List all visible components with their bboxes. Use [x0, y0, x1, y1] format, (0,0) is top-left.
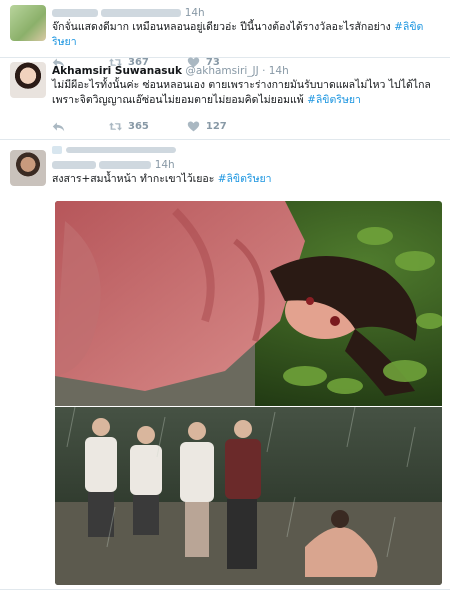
tweet-text-line-1: ไม่มีผีอะไรทั้งนั้นค่ะ ซ่อนหลอนเอง ตายเพ… — [52, 79, 431, 91]
avatar[interactable] — [10, 5, 46, 41]
tweet-photo-2[interactable] — [55, 407, 442, 585]
photo-injured-woman — [55, 201, 442, 406]
tweet-text: จ๊กจั่นแสดงดีมาก เหมือนหลอนอยู่เดียวอ่ะ … — [52, 20, 440, 50]
blurred-context — [66, 147, 176, 153]
retweet-context — [52, 144, 440, 156]
like-count: 127 — [205, 120, 227, 132]
tweet-header: Akhamsiri Suwanasuk @akhamsiri_JJ · 14h — [52, 64, 440, 78]
context-icon — [52, 146, 62, 154]
blurred-name — [52, 9, 98, 17]
like-button[interactable]: 127 — [187, 120, 227, 133]
tweet-text-line-2: เพราะจิตวิญญาณเอ๊ซ่อนไม่ยอมตายไม่ยอมคิดไ… — [52, 93, 440, 108]
hashtag-link[interactable]: #ลิขิตริษยา — [307, 94, 361, 106]
tweet-header: 14h — [52, 158, 440, 172]
blurred-name — [52, 161, 96, 169]
tweet-photo-1[interactable] — [55, 201, 442, 406]
tweet-body: สงสาร+สมน้ำหน้า ทำกะเขาไว้เยอะ — [52, 173, 218, 185]
blurred-handle — [101, 9, 182, 17]
user-handle[interactable]: @akhamsiri_JJ — [185, 65, 258, 77]
tweet-time[interactable]: 14h — [185, 7, 205, 19]
tweet[interactable]: 14h จ๊กจั่นแสดงดีมาก เหมือนหลอนอยู่เดียว… — [0, 0, 450, 68]
hashtag-link[interactable]: #ลิขิตริษยา — [218, 173, 272, 185]
tweet[interactable]: Akhamsiri Suwanasuk @akhamsiri_JJ · 14h … — [0, 58, 450, 140]
retweet-icon — [109, 121, 122, 131]
reply-button[interactable] — [52, 120, 71, 133]
retweet-count: 365 — [128, 120, 149, 132]
tweet-actions: 365 127 — [52, 114, 440, 138]
blurred-handle — [99, 161, 152, 169]
reply-icon — [52, 121, 65, 131]
tweet-text: ไม่มีผีอะไรทั้งนั้นค่ะ ซ่อนหลอนเอง ตายเพ… — [52, 78, 440, 108]
user-name[interactable]: Akhamsiri Suwanasuk — [52, 65, 182, 77]
tweet-header: 14h — [52, 6, 440, 20]
avatar[interactable] — [10, 62, 46, 98]
avatar[interactable] — [10, 150, 46, 186]
photo-rain-scene — [55, 407, 442, 585]
heart-icon — [187, 120, 200, 131]
tweet-time[interactable]: 14h — [155, 159, 175, 171]
tweet-text: สงสาร+สมน้ำหน้า ทำกะเขาไว้เยอะ #ลิขิตริษ… — [52, 172, 440, 187]
tweet-body: เพราะจิตวิญญาณเอ๊ซ่อนไม่ยอมตายไม่ยอมคิดไ… — [52, 94, 308, 106]
tweet-body: จ๊กจั่นแสดงดีมาก เหมือนหลอนอยู่เดียวอ่ะ … — [52, 21, 395, 33]
retweet-button[interactable]: 365 — [109, 120, 149, 133]
tweet-feed: 14h จ๊กจั่นแสดงดีมาก เหมือนหลอนอยู่เดียว… — [0, 0, 450, 590]
tweet-time[interactable]: · 14h — [262, 65, 289, 77]
